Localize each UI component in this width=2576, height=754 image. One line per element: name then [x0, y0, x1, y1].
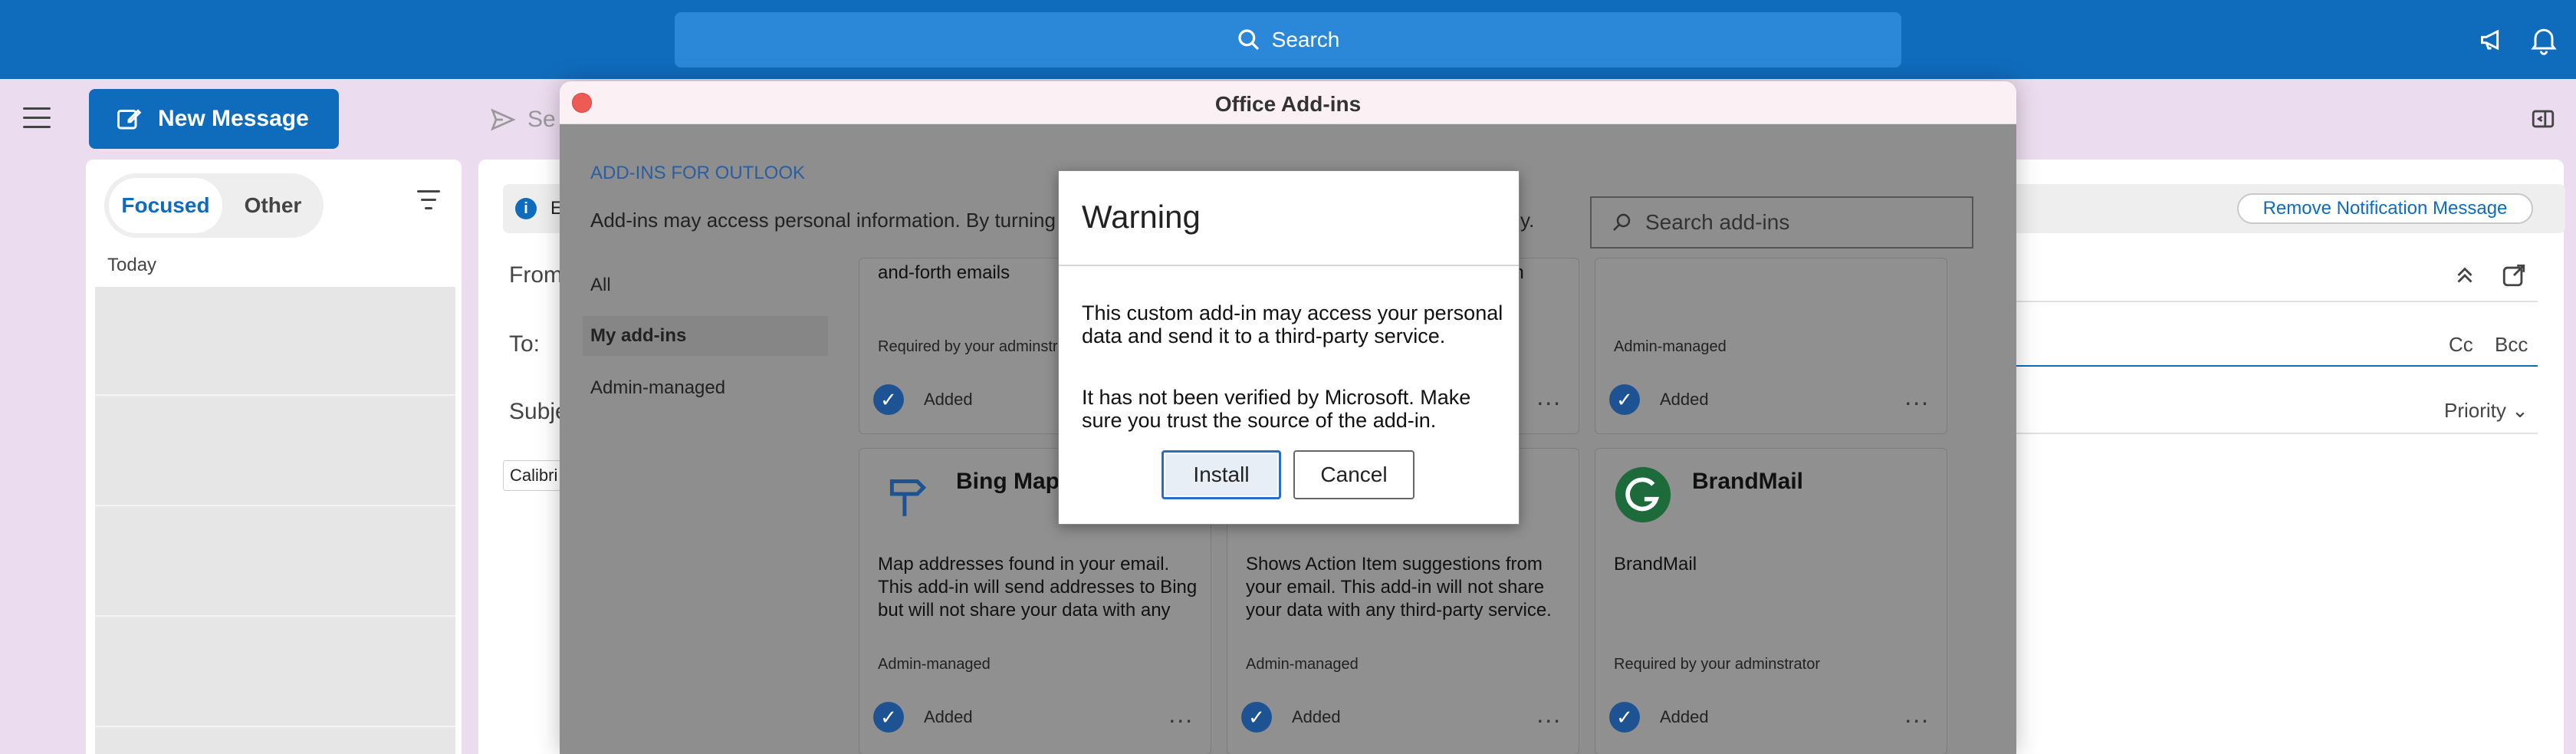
- brandmail-logo-icon: [1615, 466, 1671, 523]
- more-options-icon[interactable]: ...: [1168, 700, 1194, 729]
- subject-divider: [2009, 433, 2538, 434]
- addin-meta: Required by your adminstrator: [878, 338, 1085, 355]
- collapse-icon[interactable]: [2452, 262, 2478, 288]
- addins-search-input[interactable]: Search add-ins: [1590, 196, 1973, 249]
- top-bar: Search: [0, 0, 2576, 79]
- warning-title: Warning: [1082, 199, 1201, 235]
- addin-description: BrandMail: [1614, 554, 1697, 575]
- addin-status: ✓ Added: [1609, 384, 1709, 415]
- search-label: Search: [1271, 28, 1340, 51]
- priority-label: Priority: [2444, 399, 2506, 422]
- to-divider: [2009, 365, 2538, 367]
- global-search-button[interactable]: Search: [675, 12, 1901, 67]
- addin-status-label: Added: [1660, 707, 1709, 726]
- addin-status-label: Added: [924, 390, 973, 409]
- addin-status: ✓ Added: [873, 384, 973, 415]
- addin-status: ✓ Added: [1241, 702, 1341, 733]
- cc-button[interactable]: Cc: [2449, 333, 2473, 357]
- send-label: Se: [527, 107, 556, 132]
- addin-status-label: Added: [924, 707, 973, 726]
- addin-card-brandmail[interactable]: BrandMail BrandMail Required by your adm…: [1595, 448, 1947, 754]
- cancel-button[interactable]: Cancel: [1293, 450, 1414, 499]
- to-label: To:: [509, 331, 540, 357]
- bell-icon[interactable]: [2527, 23, 2561, 57]
- bcc-button[interactable]: Bcc: [2495, 333, 2528, 357]
- check-icon: ✓: [1609, 702, 1640, 733]
- nav-admin-managed[interactable]: Admin-managed: [583, 368, 828, 408]
- from-label: From: [509, 262, 563, 288]
- tab-focused[interactable]: Focused: [109, 178, 222, 233]
- warning-dialog: Warning This custom add-in may access yo…: [1058, 170, 1520, 525]
- install-button[interactable]: Install: [1162, 450, 1281, 499]
- addin-status: ✓ Added: [873, 702, 973, 733]
- megaphone-icon[interactable]: [2478, 23, 2512, 57]
- addin-meta: Admin-managed: [1614, 338, 1727, 355]
- warning-text-unverified: It has not been verified by Microsoft. M…: [1082, 386, 1471, 432]
- nav-my-addins[interactable]: My add-ins: [583, 316, 828, 356]
- addin-status-label: Added: [1660, 390, 1709, 409]
- compose-icon: [117, 109, 142, 130]
- addin-meta: Required by your adminstrator: [1614, 656, 1821, 673]
- today-group-label: Today: [107, 255, 157, 275]
- font-select[interactable]: Calibri: [503, 460, 561, 491]
- message-list-placeholder: [95, 287, 455, 754]
- warning-text-data-access: This custom add-in may access your perso…: [1082, 301, 1503, 347]
- message-list-pane: Focused Other Today: [86, 160, 462, 754]
- nav-all[interactable]: All: [583, 265, 828, 305]
- addin-description: Map addresses found in your email. This …: [878, 554, 1198, 621]
- info-icon: i: [515, 198, 537, 219]
- addins-heading: ADD-INS FOR OUTLOOK: [590, 163, 806, 183]
- chevron-down-icon: ⌄: [2512, 399, 2528, 422]
- addins-titlebar: Office Add-ins: [560, 81, 2016, 124]
- send-button[interactable]: Se: [489, 106, 556, 133]
- addins-window-title: Office Add-ins: [1214, 92, 1362, 116]
- new-message-label: New Message: [158, 106, 309, 131]
- addin-status: ✓ Added: [1609, 702, 1709, 733]
- addin-name: BrandMail: [1692, 469, 1804, 494]
- more-options-icon[interactable]: ...: [1536, 700, 1562, 729]
- warning-divider: [1059, 265, 1519, 266]
- addin-meta: Admin-managed: [878, 656, 991, 673]
- check-icon: ✓: [1609, 384, 1640, 415]
- filter-icon[interactable]: [416, 190, 442, 212]
- addin-status-label: Added: [1292, 707, 1341, 726]
- more-options-icon[interactable]: ...: [1904, 383, 1930, 411]
- check-icon: ✓: [1241, 702, 1272, 733]
- addins-search-placeholder: Search add-ins: [1645, 210, 1790, 234]
- check-icon: ✓: [873, 702, 904, 733]
- signpost-icon: [889, 479, 927, 516]
- more-options-icon[interactable]: ...: [1536, 383, 1562, 411]
- send-icon: [491, 108, 516, 131]
- pop-out-icon[interactable]: [2501, 262, 2527, 288]
- addin-description: Shows Action Item suggestions from your …: [1246, 554, 1552, 621]
- check-icon: ✓: [873, 384, 904, 415]
- addin-name: Bing Maps: [956, 469, 1073, 494]
- from-divider: [2009, 301, 2538, 302]
- addin-meta: Admin-managed: [1246, 656, 1359, 673]
- remove-notification-button[interactable]: Remove Notification Message: [2237, 193, 2533, 224]
- new-message-button[interactable]: New Message: [89, 89, 339, 149]
- reading-pane-icon[interactable]: [2530, 106, 2556, 132]
- tab-other[interactable]: Other: [227, 178, 319, 233]
- more-options-icon[interactable]: ...: [1904, 700, 1930, 729]
- priority-dropdown[interactable]: Priority ⌄: [2444, 399, 2528, 423]
- addin-card[interactable]: Admin-managed ✓ Added ...: [1595, 258, 1947, 434]
- menu-icon[interactable]: [23, 107, 51, 130]
- inbox-pivot: Focused Other: [104, 173, 324, 238]
- search-icon: [1238, 29, 1259, 51]
- addins-description: Add-ins may access personal information.…: [590, 209, 1100, 232]
- search-icon: [1613, 213, 1631, 231]
